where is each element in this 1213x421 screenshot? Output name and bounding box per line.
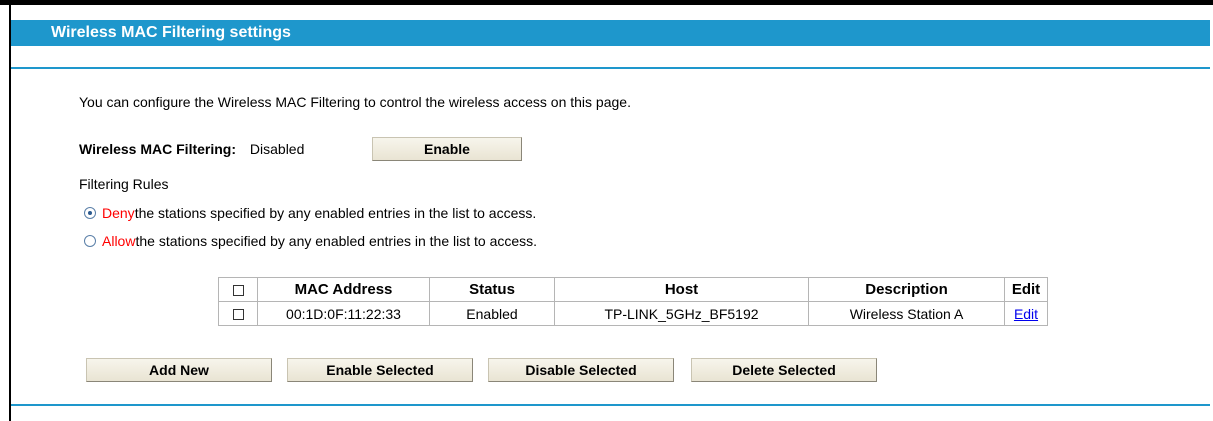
filtering-rules-title: Filtering Rules bbox=[79, 176, 169, 192]
row-edit-cell: Edit bbox=[1004, 301, 1048, 326]
divider-bottom bbox=[11, 404, 1210, 406]
allow-radio[interactable] bbox=[84, 235, 96, 247]
enable-selected-button[interactable]: Enable Selected bbox=[287, 358, 473, 382]
divider-top bbox=[11, 67, 1210, 69]
page-title: Wireless MAC Filtering settings bbox=[11, 20, 1210, 46]
header-host: Host bbox=[554, 277, 809, 302]
window-top-border bbox=[0, 0, 1213, 5]
mac-filter-table: MAC Address Status Host Description Edit… bbox=[218, 277, 1048, 326]
edit-link[interactable]: Edit bbox=[1014, 306, 1038, 322]
intro-text: You can configure the Wireless MAC Filte… bbox=[79, 94, 631, 110]
select-all-cell bbox=[218, 277, 258, 302]
filtering-status-value: Disabled bbox=[249, 141, 305, 157]
table-header-row: MAC Address Status Host Description Edit bbox=[218, 277, 1048, 302]
deny-keyword: Deny bbox=[102, 205, 135, 221]
header-mac-address: MAC Address bbox=[257, 277, 430, 302]
row-checkbox[interactable] bbox=[232, 309, 244, 321]
rule-option-allow[interactable]: Allow the stations specified by any enab… bbox=[84, 233, 537, 249]
rule-option-deny[interactable]: Deny the stations specified by any enabl… bbox=[84, 205, 536, 221]
disable-selected-button[interactable]: Disable Selected bbox=[488, 358, 674, 382]
filtering-label: Wireless MAC Filtering: bbox=[79, 141, 237, 157]
table-row: 00:1D:0F:11:22:33 Enabled TP-LINK_5GHz_B… bbox=[218, 301, 1048, 326]
row-status: Enabled bbox=[429, 301, 555, 326]
filtering-status-line: Wireless MAC Filtering: Disabled bbox=[79, 141, 304, 157]
row-description: Wireless Station A bbox=[808, 301, 1005, 326]
header-status: Status bbox=[429, 277, 555, 302]
header-edit: Edit bbox=[1004, 277, 1048, 302]
deny-rule-text: the stations specified by any enabled en… bbox=[134, 205, 537, 221]
select-all-checkbox[interactable] bbox=[232, 284, 244, 296]
row-host: TP-LINK_5GHz_BF5192 bbox=[554, 301, 809, 326]
row-mac-address: 00:1D:0F:11:22:33 bbox=[257, 301, 430, 326]
allow-keyword: Allow bbox=[102, 233, 136, 249]
enable-filtering-button[interactable]: Enable bbox=[372, 137, 522, 161]
window-left-border bbox=[9, 0, 11, 421]
allow-rule-text: the stations specified by any enabled en… bbox=[135, 233, 538, 249]
add-new-button[interactable]: Add New bbox=[86, 358, 272, 382]
delete-selected-button[interactable]: Delete Selected bbox=[691, 358, 877, 382]
row-select-cell bbox=[218, 301, 258, 326]
deny-radio[interactable] bbox=[84, 207, 96, 219]
header-description: Description bbox=[808, 277, 1005, 302]
